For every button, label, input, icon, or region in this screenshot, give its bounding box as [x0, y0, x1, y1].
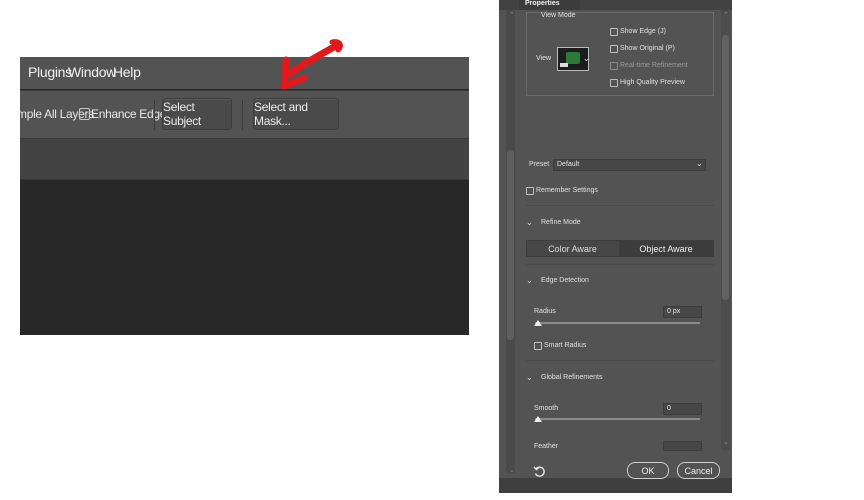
radius-label: Radius [534, 308, 556, 315]
show-edge-checkbox[interactable] [610, 28, 618, 36]
cancel-button[interactable]: Cancel [677, 462, 720, 479]
chevron-down-icon: ⌄ [696, 159, 703, 168]
properties-tab[interactable]: Properties [519, 0, 580, 10]
smart-radius-checkbox[interactable] [534, 342, 542, 350]
high-quality-preview-checkbox[interactable] [610, 79, 618, 87]
scroll-up-icon[interactable]: ⌃ [509, 11, 515, 19]
menu-help[interactable]: Help [113, 64, 141, 80]
edge-detection-label[interactable]: Edge Detection [541, 277, 589, 284]
remember-settings-checkbox[interactable] [526, 187, 534, 195]
enhance-edge-checkbox[interactable] [79, 108, 90, 120]
right-scrollbar[interactable] [721, 10, 730, 450]
feather-field[interactable] [663, 441, 702, 451]
color-aware-option[interactable]: Color Aware [527, 241, 618, 256]
chevron-down-icon[interactable]: ⌄ [526, 373, 533, 382]
menu-window[interactable]: Window [68, 64, 116, 80]
chevron-down-icon[interactable]: ⌄ [583, 54, 590, 63]
select-subject-button[interactable]: Select Subject [162, 98, 232, 130]
left-scrollbar[interactable] [506, 10, 515, 473]
remember-settings-label[interactable]: Remember Settings [536, 187, 598, 194]
radius-slider-handle[interactable] [534, 320, 542, 326]
real-time-refinement-checkbox [610, 62, 618, 70]
radius-slider[interactable] [535, 322, 700, 324]
ok-button[interactable]: OK [627, 462, 669, 479]
reset-icon[interactable] [533, 465, 546, 478]
feather-label: Feather [534, 443, 559, 450]
menu-plugins[interactable]: Plugins [28, 64, 72, 80]
chevron-down-icon[interactable]: ⌄ [526, 218, 533, 227]
section-divider [526, 360, 714, 361]
scroll-up-icon[interactable]: ⌃ [723, 11, 729, 19]
smooth-label: Smooth [534, 405, 559, 412]
menu-bar: Plugins Window Help [20, 57, 469, 89]
global-refinements-label[interactable]: Global Refinements [541, 374, 602, 381]
red-arrow-annotation [280, 39, 343, 90]
section-divider [526, 264, 714, 265]
smooth-slider[interactable] [535, 418, 700, 420]
object-aware-option[interactable]: Object Aware [619, 241, 713, 256]
panel-footer-strip [499, 478, 732, 493]
photoshop-window-crop: Plugins Window Help mple All Layers Enha… [20, 57, 469, 335]
preset-value: Default [557, 161, 580, 168]
properties-panel: Properties ⌃ ⌄ ⌃ ⌄ View Mode View ⌄ Show… [499, 0, 732, 493]
preset-dropdown[interactable]: Default ⌄ [553, 159, 706, 171]
show-original-checkbox[interactable] [610, 45, 618, 53]
right-scrollbar-thumb[interactable] [722, 35, 729, 300]
view-label: View [536, 55, 552, 62]
section-divider [526, 205, 714, 206]
options-bar: mple All Layers Enhance Edge Select Subj… [20, 90, 469, 139]
radius-field[interactable]: 0 px [663, 306, 702, 318]
refine-mode-label[interactable]: Refine Mode [541, 219, 581, 226]
smart-radius-label[interactable]: Smart Radius [544, 342, 586, 349]
preset-label: Preset [529, 161, 550, 168]
show-edge-label[interactable]: Show Edge (J) [620, 28, 666, 35]
smooth-slider-handle[interactable] [534, 416, 542, 422]
show-original-label[interactable]: Show Original (P) [620, 45, 675, 52]
high-quality-preview-label[interactable]: High Quality Preview [620, 79, 685, 86]
left-scrollbar-thumb[interactable] [507, 150, 514, 340]
options-separator [154, 100, 155, 130]
chevron-down-icon[interactable]: ⌄ [526, 276, 533, 285]
refine-mode-segmented-control: Color Aware Object Aware [526, 240, 714, 257]
scroll-down-icon[interactable]: ⌄ [723, 438, 729, 446]
scroll-down-icon[interactable]: ⌄ [509, 466, 515, 474]
options-separator [242, 100, 243, 130]
smooth-field[interactable]: 0 [663, 403, 702, 415]
real-time-refinement-label: Real-time Refinement [620, 62, 688, 69]
document-tab-bar [20, 139, 469, 180]
view-mode-label: View Mode [541, 12, 576, 19]
